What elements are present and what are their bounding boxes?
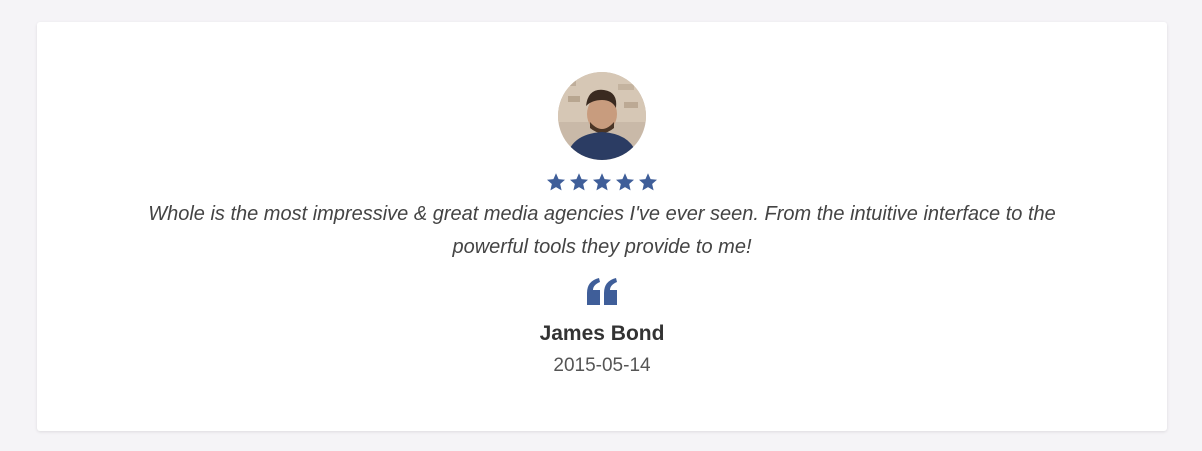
author-name: James Bond — [539, 322, 665, 345]
avatar — [558, 72, 646, 160]
star-icon — [639, 173, 657, 191]
star-icon — [593, 173, 611, 191]
star-icon — [616, 173, 634, 191]
star-icon — [570, 173, 588, 191]
testimonial-quote: Whole is the most impressive & great med… — [148, 203, 1056, 258]
star-rating — [37, 172, 1167, 194]
quote-left-icon — [587, 278, 617, 305]
review-date: 2015-05-14 — [553, 355, 651, 376]
star-icon — [547, 173, 565, 191]
testimonial-card: Whole is the most impressive & great med… — [37, 22, 1167, 431]
